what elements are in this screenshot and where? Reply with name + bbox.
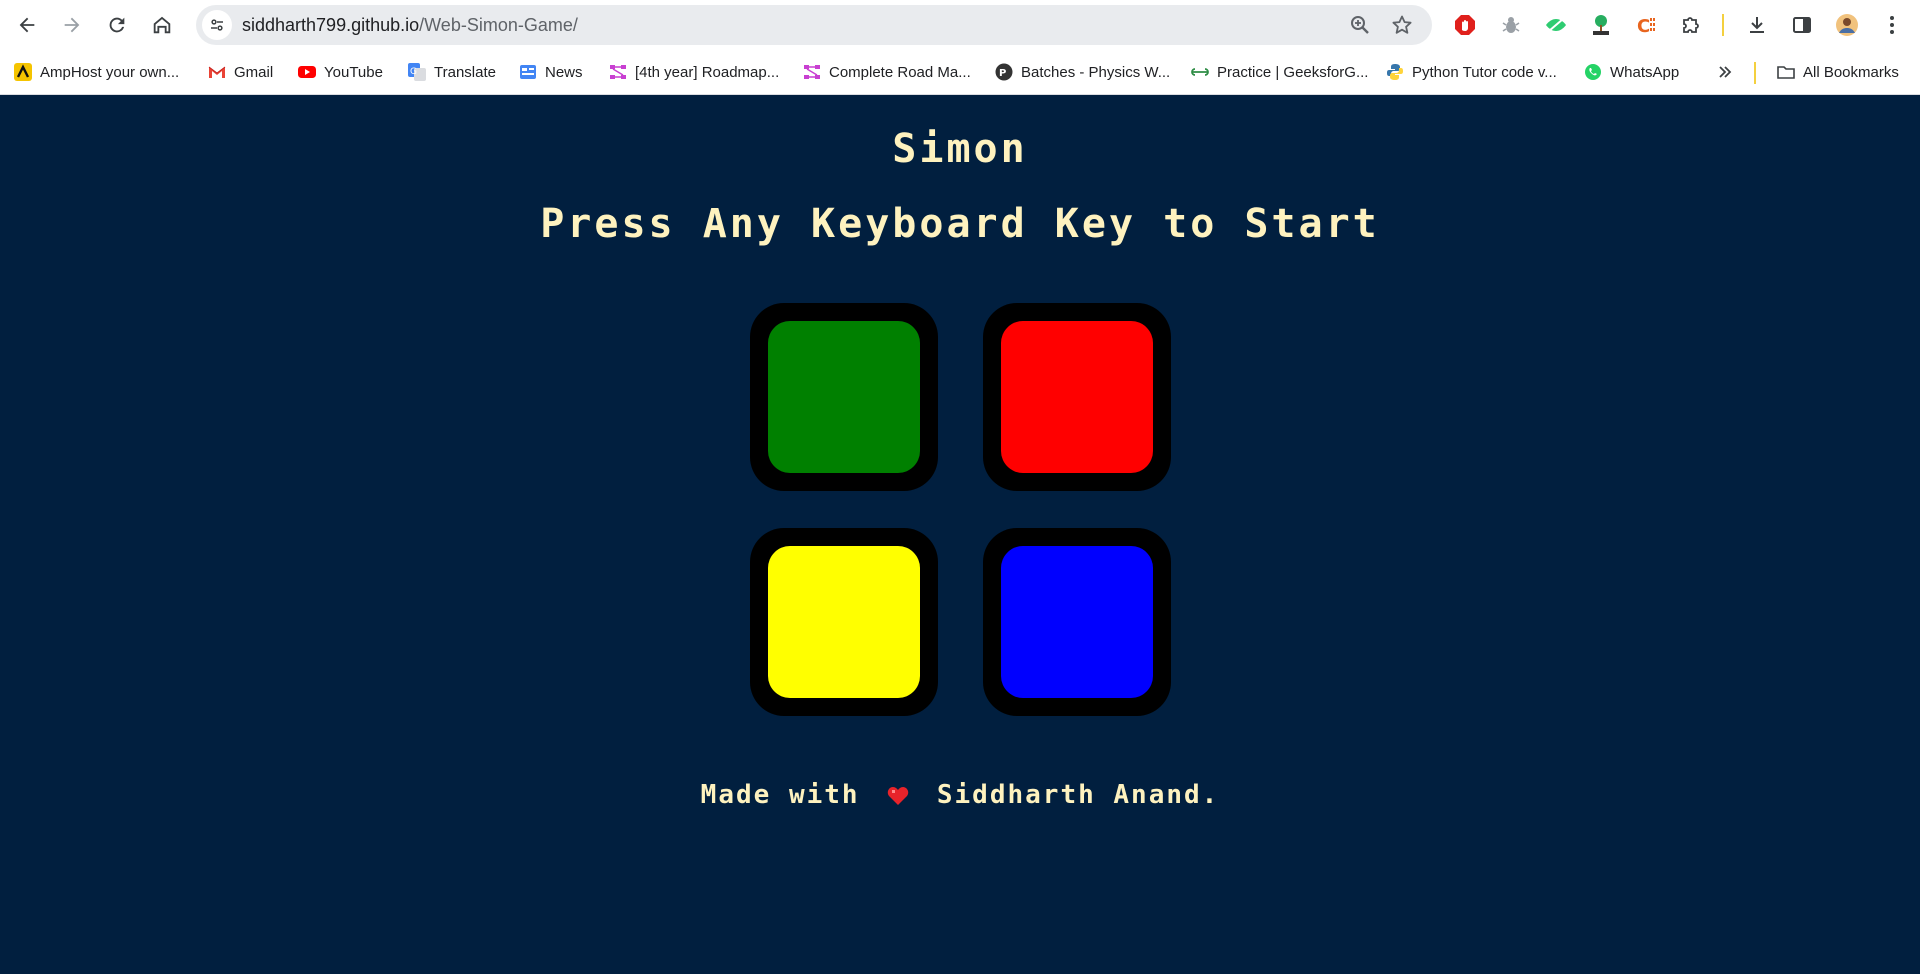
bookmark-label: Practice | GeeksforG... [1217,63,1369,81]
back-icon[interactable] [9,7,45,43]
site-info-icon[interactable] [202,10,232,40]
roadmap-icon [803,63,821,81]
url-text[interactable]: siddharth799.github.io/Web-Simon-Game/ [242,15,578,36]
eye-extension-icon[interactable] [1542,11,1570,39]
python-icon [1386,63,1404,81]
roadmap-icon [609,63,627,81]
profile-avatar-icon[interactable] [1833,11,1861,39]
bookmark-youtube[interactable]: YouTube [298,61,383,83]
bookmark-label: News [545,63,583,81]
bookmark-label: Complete Road Ma... [829,63,971,81]
geeksforgeeks-icon [1191,63,1209,81]
footer-credit: Made with Siddharth Anand. [0,780,1920,810]
bookmark-amphost[interactable]: AmpHost your own... [14,61,179,83]
adblock-extension-icon[interactable] [1451,11,1479,39]
all-bookmarks[interactable]: All Bookmarks [1777,61,1899,83]
code-extension-icon[interactable]: C [1632,11,1660,39]
yellow-pad[interactable] [750,528,938,716]
red-pad-face[interactable] [1001,321,1153,473]
bookmark-label: YouTube [324,63,383,81]
bookmark-geeksforgeeks[interactable]: Practice | GeeksforG... [1191,61,1368,83]
bookmark-complete-roadmap[interactable]: Complete Road Ma... [803,61,971,83]
bookmark-label: WhatsApp [1610,63,1680,81]
bookmark-roadmap-4th-year[interactable]: [4th year] Roadmap... [609,61,779,83]
side-panel-icon[interactable] [1788,11,1816,39]
gmail-icon [208,63,226,81]
home-icon[interactable] [144,7,180,43]
heart-icon [888,787,909,805]
menu-icon[interactable] [1878,11,1906,39]
all-bookmarks-label: All Bookmarks [1803,63,1899,81]
folder-icon [1777,63,1795,81]
bookmarks-separator [1754,62,1756,84]
toolbar-separator [1722,14,1724,36]
bookmark-label: [4th year] Roadmap... [635,63,780,81]
svg-text:C: C [1637,16,1650,37]
youtube-icon [298,63,316,81]
green-pad-face[interactable] [768,321,920,473]
bookmark-news[interactable]: News [519,61,583,83]
star-icon[interactable] [1390,13,1414,37]
bookmark-label: Python Tutor code v... [1412,63,1557,81]
footer-suffix: Siddharth Anand. [936,780,1220,810]
browser-toolbar: siddharth799.github.io/Web-Simon-Game/ C [0,0,1920,50]
tree-extension-icon[interactable] [1587,11,1615,39]
simon-game-page: Simon Press Any Keyboard Key to Start Ma… [0,96,1920,974]
bug-extension-icon[interactable] [1497,11,1525,39]
news-icon [519,63,537,81]
translate-icon: G [408,63,426,81]
bookmarks-bar: AmpHost your own... Gmail YouTube G Tran… [0,50,1920,95]
bookmark-label: Gmail [234,63,274,81]
blue-pad-face[interactable] [1001,546,1153,698]
bookmark-physics-wallah[interactable]: P Batches - Physics W... [995,61,1170,83]
reload-icon[interactable] [99,7,135,43]
url-path: /Web-Simon-Game/ [419,15,578,35]
footer-prefix: Made with [700,780,860,810]
address-bar[interactable]: siddharth799.github.io/Web-Simon-Game/ [196,5,1432,45]
whatsapp-icon [1584,63,1602,81]
bookmark-python-tutor[interactable]: Python Tutor code v... [1386,61,1557,83]
bookmark-label: Batches - Physics W... [1021,63,1171,81]
svg-text:G: G [410,67,417,77]
download-icon[interactable] [1743,11,1771,39]
amphost-icon [14,63,32,81]
yellow-pad-face[interactable] [768,546,920,698]
bookmark-label: AmpHost your own... [40,63,180,81]
svg-text:P: P [999,68,1006,79]
level-title: Press Any Keyboard Key to Start [540,201,1380,247]
bookmark-whatsapp[interactable]: WhatsApp [1584,61,1679,83]
red-pad[interactable] [983,303,1171,491]
physics-wallah-icon: P [995,63,1013,81]
more-bookmarks-chevron-icon[interactable] [1716,61,1734,83]
bookmark-gmail[interactable]: Gmail [208,61,273,83]
green-pad[interactable] [750,303,938,491]
game-title: Simon [892,126,1028,172]
blue-pad[interactable] [983,528,1171,716]
url-domain: siddharth799.github.io [242,15,420,35]
forward-icon[interactable] [54,7,90,43]
bookmark-translate[interactable]: G Translate [408,61,496,83]
zoom-icon[interactable] [1348,13,1372,37]
bookmark-label: Translate [434,63,496,81]
extensions-puzzle-icon[interactable] [1677,11,1705,39]
